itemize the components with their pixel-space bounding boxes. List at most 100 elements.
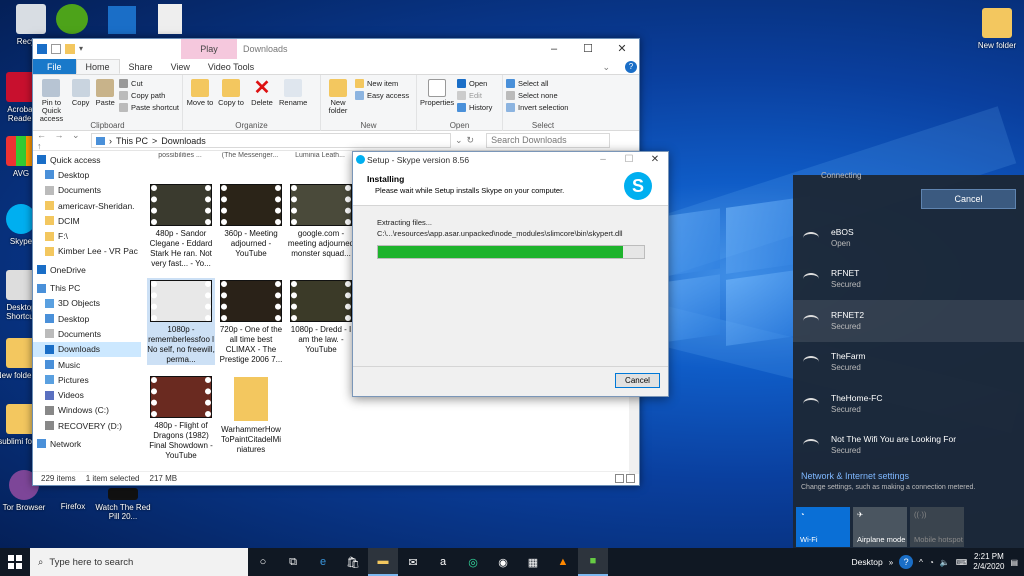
file-item[interactable]: 720p - One of the all time best CLIMAX -… — [217, 278, 285, 365]
file-item[interactable]: 480p - Sandor Clegane - Eddard Stark He … — [147, 182, 215, 269]
edit-button[interactable]: Edit — [457, 91, 492, 100]
cut-button[interactable]: Cut — [119, 79, 179, 88]
nav-item[interactable]: Documents — [33, 326, 141, 341]
properties-icon[interactable] — [51, 44, 61, 54]
mail-icon[interactable]: ✉ — [398, 548, 428, 576]
network-settings-link[interactable]: Network & Internet settings Change setti… — [793, 471, 1024, 491]
clock[interactable]: 2:21 PM 2/4/2020 — [973, 552, 1004, 572]
wifi-network-item[interactable]: eBOS Open — [793, 217, 1024, 259]
download-arrow-icon[interactable] — [37, 44, 47, 54]
wifi-toggle-tile[interactable]: ◔ Wi-Fi — [796, 507, 850, 547]
copy-path-button[interactable]: Copy path — [119, 91, 179, 100]
file-item[interactable]: 1080p - rememberlessfoo l No self, no fr… — [147, 278, 215, 365]
amazon-icon[interactable]: a — [428, 548, 458, 576]
nav-item[interactable]: Desktop — [33, 167, 141, 182]
address-dropdown-icon[interactable]: ⌄ — [455, 135, 463, 146]
close-button[interactable]: ✕ — [605, 39, 639, 59]
nav-item[interactable]: RECOVERY (D:) — [33, 418, 141, 433]
history-button[interactable]: History — [457, 103, 492, 112]
wifi-network-item[interactable]: TheHome-FC Secured — [793, 383, 1024, 425]
details-view-icon[interactable] — [615, 474, 624, 483]
refresh-icon[interactable]: ↻ — [467, 135, 475, 146]
minimize-button[interactable]: – — [537, 39, 571, 59]
setup-maximize-button[interactable]: ☐ — [616, 152, 642, 168]
nav-item[interactable]: Videos — [33, 387, 141, 402]
help-icon[interactable]: ? — [625, 61, 637, 73]
tab-video-tools[interactable]: Video Tools — [199, 59, 263, 74]
breadcrumb-this-pc[interactable]: This PC — [116, 136, 148, 146]
green-app-icon[interactable]: ■ — [578, 548, 608, 576]
search-input[interactable]: Search Downloads — [486, 133, 611, 148]
nav-item[interactable]: 3D Objects — [33, 296, 141, 311]
volume-icon[interactable]: 🔈 — [940, 558, 950, 567]
new-item-button[interactable]: New item — [355, 79, 409, 88]
setup-minimize-button[interactable]: – — [590, 152, 616, 168]
desktop-toolbar-label[interactable]: Desktop — [852, 557, 883, 567]
tripadvisor-icon[interactable]: ◎ — [458, 548, 488, 576]
address-bar[interactable]: › This PC > Downloads — [91, 133, 451, 148]
qat-dropdown-icon[interactable]: ▾ — [79, 44, 89, 54]
airplane-mode-tile[interactable]: ✈ Airplane mode — [853, 507, 907, 547]
network-settings-title[interactable]: Network & Internet settings — [801, 471, 1024, 481]
setup-cancel-button[interactable]: Cancel — [615, 373, 660, 388]
media-icon[interactable]: ▦ — [518, 548, 548, 576]
file-explorer-icon[interactable]: ▬ — [368, 548, 398, 576]
wifi-network-item[interactable]: RFNET2 Secured — [793, 300, 1024, 342]
tab-file[interactable]: File — [33, 59, 76, 74]
nav-item[interactable]: Desktop — [33, 311, 141, 326]
file-item[interactable]: WarhammerHow ToPaintCitadelMi niatures — [217, 374, 285, 455]
nav-item[interactable]: Quick access — [33, 152, 141, 167]
tab-share[interactable]: Share — [120, 59, 162, 74]
nav-item[interactable]: Pictures — [33, 372, 141, 387]
paste-shortcut-button[interactable]: Paste shortcut — [119, 103, 179, 112]
large-icons-view-icon[interactable] — [626, 474, 635, 483]
nav-item[interactable]: OneDrive — [33, 262, 141, 277]
tab-home[interactable]: Home — [75, 59, 120, 74]
store-icon[interactable]: 🛍 — [338, 548, 368, 576]
nav-item[interactable]: Documents — [33, 183, 141, 198]
open-button[interactable]: Open — [457, 79, 492, 88]
file-item[interactable]: 360p - Meeting adjourned - YouTube — [217, 182, 285, 259]
new-folder-icon[interactable] — [65, 44, 75, 54]
desktop-icon-red-pill-video[interactable]: Watch The Red Pill 20... — [92, 488, 154, 521]
select-none-button[interactable]: Select none — [506, 91, 568, 100]
wifi-network-item[interactable]: Not The Wifi You are Looking For Secured — [793, 425, 1024, 467]
vlc-icon[interactable]: ▲ — [548, 548, 578, 576]
tray-chevron-icon[interactable]: » — [889, 558, 893, 567]
setup-close-button[interactable]: ✕ — [642, 152, 668, 168]
keyboard-icon[interactable]: ⌨ — [956, 558, 968, 567]
maximize-button[interactable]: ☐ — [571, 39, 605, 59]
ribbon-collapse-icon[interactable]: ⌄ — [593, 59, 619, 75]
nav-item[interactable]: Downloads — [33, 341, 141, 357]
edge-desktop-icon[interactable] — [108, 6, 136, 34]
camera-icon[interactable]: ◉ — [488, 548, 518, 576]
task-view-icon[interactable]: ⧉ — [278, 548, 308, 576]
network-tray-icon[interactable]: ◔ — [929, 558, 934, 567]
nav-arrows[interactable]: ← → ⌄ ↑ — [37, 130, 87, 151]
easy-access-button[interactable]: Easy access — [355, 91, 409, 100]
help-tray-icon[interactable]: ? — [899, 555, 914, 569]
tab-view[interactable]: View — [162, 59, 199, 74]
select-all-button[interactable]: Select all — [506, 79, 568, 88]
breadcrumb-downloads[interactable]: Downloads — [161, 136, 206, 146]
nav-item[interactable]: F:\ — [33, 228, 141, 243]
file-item[interactable]: 480p - Flight of Dragons (1982) Final Sh… — [147, 374, 215, 461]
nav-item[interactable]: Music — [33, 357, 141, 372]
nav-item[interactable]: DCIM — [33, 213, 141, 228]
mobile-hotspot-tile[interactable]: ((·)) Mobile hotspot — [910, 507, 964, 547]
nav-item[interactable]: Kimber Lee - VR Pac — [33, 244, 141, 259]
invert-selection-button[interactable]: Invert selection — [506, 103, 568, 112]
desktop-icon-new-folder[interactable]: New folder — [968, 8, 1024, 50]
utorrent-icon[interactable] — [56, 4, 88, 34]
nav-item[interactable]: Windows (C:) — [33, 403, 141, 418]
network-cancel-button[interactable]: Cancel — [921, 189, 1016, 209]
tab-play-context[interactable]: Play — [181, 39, 237, 59]
nav-item[interactable]: americavr-Sheridan. — [33, 198, 141, 213]
cortana-icon[interactable]: ○ — [248, 548, 278, 576]
nav-item[interactable]: Network — [33, 436, 141, 451]
gradient-file-icon[interactable] — [158, 4, 182, 34]
show-hidden-icons-icon[interactable]: ^ — [919, 558, 923, 567]
edge-icon[interactable]: e — [308, 548, 338, 576]
taskbar-search[interactable]: ⌕ Type here to search — [30, 548, 248, 576]
start-button[interactable] — [0, 548, 30, 576]
